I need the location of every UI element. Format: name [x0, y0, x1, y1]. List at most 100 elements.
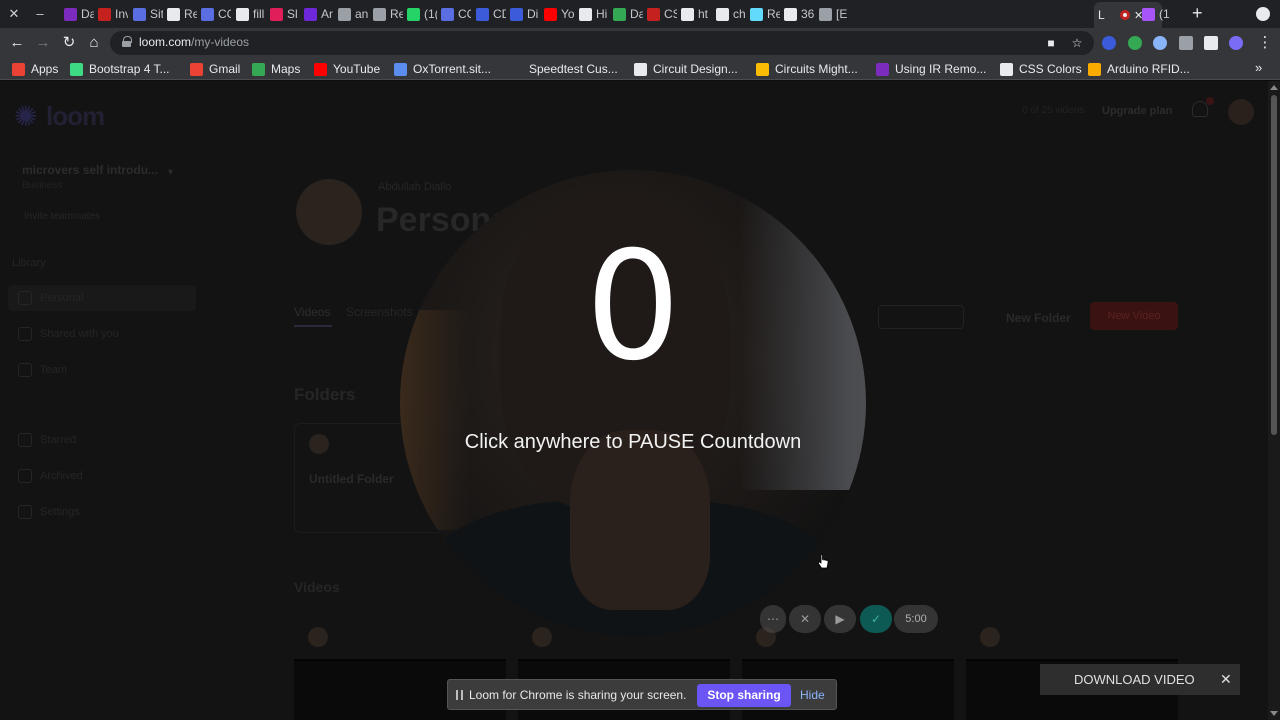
bookmark-item[interactable]: Gmail — [190, 61, 240, 77]
tab-favicon-icon — [784, 7, 797, 21]
bookmark-label: Maps — [271, 62, 301, 76]
forward-icon[interactable]: → — [34, 34, 52, 52]
pause-resume-button[interactable]: ▶ — [824, 605, 856, 633]
window-close-icon[interactable]: ✕ — [6, 6, 22, 22]
tab-item[interactable]: an — [334, 4, 368, 24]
bookmark-item[interactable]: OxTorrent.sit... — [394, 61, 491, 77]
tab-item[interactable]: Re — [369, 4, 403, 24]
hide-button[interactable]: Hide — [800, 688, 825, 702]
tab-item[interactable]: Yo — [540, 4, 574, 24]
tab-title: (1( — [424, 7, 437, 21]
camera-icon[interactable]: ■ — [1044, 36, 1058, 50]
extension-blue-icon[interactable] — [1153, 36, 1167, 50]
user-avatar[interactable] — [1228, 99, 1254, 125]
window-minimize-icon[interactable]: – — [32, 6, 48, 22]
tab-item[interactable]: CD — [472, 4, 506, 24]
bookmark-item[interactable]: Arduino RFID... — [1088, 61, 1190, 77]
video-quota: 0 of 25 videos — [1022, 105, 1085, 116]
profile-icon[interactable] — [1256, 7, 1270, 21]
download-video-button[interactable]: DOWNLOAD VIDEO — [1074, 672, 1195, 687]
tab-item[interactable]: [E — [815, 4, 849, 24]
tab-item[interactable]: Sit — [129, 4, 163, 24]
menu-icon[interactable]: ⋮ — [1256, 34, 1274, 52]
bookmark-item[interactable]: YouTube — [314, 61, 380, 77]
cancel-recording-button[interactable]: ✕ — [789, 605, 821, 633]
workspace-name[interactable]: microvers self introdu... — [22, 163, 158, 177]
tab-item[interactable]: Da — [609, 4, 643, 24]
bookmark-item[interactable]: Maps — [252, 61, 300, 77]
scroll-up-icon[interactable] — [1270, 85, 1278, 90]
more-options-button[interactable]: ⋯ — [760, 605, 786, 633]
tab-item[interactable]: Inv — [94, 4, 128, 24]
tab-videos[interactable]: Videos — [294, 305, 330, 319]
bookmark-star-icon[interactable]: ☆ — [1070, 36, 1084, 50]
notification-bell-icon[interactable] — [1192, 101, 1208, 117]
bookmark-item[interactable]: Bootstrap 4 T... — [70, 61, 170, 77]
tab-title: ch — [733, 7, 746, 21]
tab-favicon-icon — [647, 7, 660, 21]
tab-item[interactable]: Re — [746, 4, 780, 24]
screen-sharing-bar: Loom for Chrome is sharing your screen. … — [447, 679, 837, 710]
tab-item[interactable]: CS — [643, 4, 677, 24]
tab-item[interactable]: Re — [163, 4, 197, 24]
scroll-down-icon[interactable] — [1270, 711, 1278, 716]
tab-item[interactable]: Sl — [266, 4, 300, 24]
tab-item[interactable]: Ar — [300, 4, 334, 24]
tab-item[interactable]: fill — [232, 4, 266, 24]
sidebar-item-starred[interactable]: Starred — [18, 433, 76, 447]
sort-dropdown[interactable] — [878, 305, 964, 329]
countdown-number[interactable]: 0 — [400, 222, 866, 392]
tab-item[interactable]: ch — [712, 4, 746, 24]
tab-title: an — [355, 7, 368, 21]
sidebar-item-archived[interactable]: Archived — [18, 469, 83, 483]
sidebar-item-settings[interactable]: Settings — [18, 505, 80, 519]
recording-timer: 5:00 — [894, 605, 938, 633]
bookmark-item[interactable]: CSS Colors — [1000, 61, 1082, 77]
finish-recording-button[interactable]: ✓ — [860, 605, 892, 633]
tab-item[interactable]: CC — [197, 4, 231, 24]
profile-avatar-icon[interactable] — [1229, 36, 1243, 50]
sidebar-item-personal[interactable]: Personal — [18, 291, 83, 305]
new-video-button[interactable]: New Video — [1090, 302, 1178, 330]
bookmark-label: Bootstrap 4 T... — [89, 62, 170, 76]
extensions-puzzle-icon[interactable] — [1204, 36, 1218, 50]
invite-teammates-link[interactable]: Invite teammates — [24, 211, 100, 222]
tab-item[interactable]: Da — [60, 4, 94, 24]
back-icon[interactable]: ← — [8, 34, 26, 52]
tab-item[interactable]: CC — [437, 4, 471, 24]
scrollbar-thumb[interactable] — [1271, 95, 1277, 435]
new-folder-button[interactable]: New Folder — [1006, 311, 1071, 325]
reload-icon[interactable]: ↻ — [60, 34, 78, 52]
tab-item[interactable]: (1( — [403, 4, 437, 24]
chevron-down-icon[interactable]: ▾ — [168, 167, 173, 178]
upgrade-link[interactable]: Upgrade plan — [1102, 105, 1172, 117]
bookmark-item[interactable]: Circuit Design... — [634, 61, 738, 77]
hand-cursor-icon — [817, 554, 829, 569]
bookmark-label: CSS Colors — [1019, 62, 1082, 76]
extension-react-icon[interactable] — [1102, 36, 1116, 50]
extension-mail-icon[interactable] — [1179, 36, 1193, 50]
loom-logo[interactable]: ✺ loom — [14, 101, 105, 132]
sidebar-item-team[interactable]: Team — [18, 363, 67, 377]
countdown-message[interactable]: Click anywhere to PAUSE Countdown — [400, 431, 866, 454]
tab-item[interactable]: Di — [506, 4, 540, 24]
stop-sharing-button[interactable]: Stop sharing — [697, 684, 791, 707]
tab-item[interactable]: (1 — [1138, 4, 1172, 24]
address-bar[interactable]: loom.com/my-videos ■ ☆ — [110, 31, 1094, 55]
bookmarks-more-icon[interactable]: » — [1255, 60, 1262, 75]
close-icon[interactable]: ✕ — [1220, 671, 1232, 688]
bookmark-item[interactable]: Using IR Remo... — [876, 61, 986, 77]
home-icon[interactable]: ⌂ — [85, 34, 103, 52]
bookmark-label: YouTube — [333, 62, 381, 76]
bookmark-item[interactable]: Speedtest Cus... — [510, 61, 618, 77]
new-tab-icon[interactable]: + — [1192, 4, 1203, 22]
sidebar-item-shared[interactable]: Shared with you — [18, 327, 119, 341]
tab-item[interactable]: ht — [677, 4, 711, 24]
tab-item[interactable]: 36 — [780, 4, 814, 24]
bookmark-item[interactable]: Circuits Might... — [756, 61, 858, 77]
close-icon: ✕ — [799, 612, 811, 626]
extension-green-icon[interactable] — [1128, 36, 1142, 50]
page-scrollbar[interactable] — [1268, 81, 1280, 720]
tab-item[interactable]: Hi — [575, 4, 609, 24]
bookmark-item[interactable]: Apps — [12, 61, 58, 77]
